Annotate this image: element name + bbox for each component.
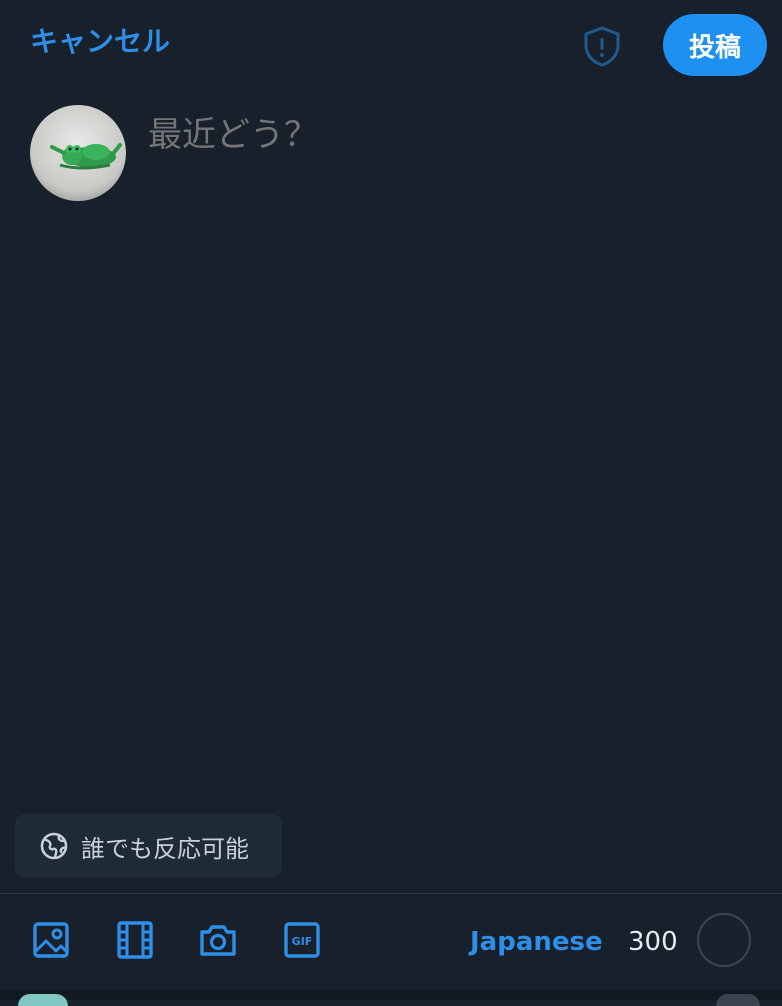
frog-avatar-image [30,105,126,201]
partial-avatar [18,994,68,1006]
partial-button [716,994,760,1006]
svg-text:GIF: GIF [292,935,313,948]
toolbar-divider [0,893,782,894]
post-button[interactable]: 投稿 [663,14,767,76]
shield-alert-icon[interactable] [580,24,624,68]
image-icon[interactable] [31,920,71,960]
compose-input[interactable] [148,110,748,160]
character-count: 300 [628,927,678,957]
character-progress-ring [697,913,751,967]
top-bar: キャンセル 投稿 [0,0,782,90]
cancel-button[interactable]: キャンセル [30,22,170,62]
language-selector[interactable]: Japanese [470,922,603,962]
reply-setting-label: 誰でも反応可能 [81,834,249,863]
camera-icon[interactable] [198,920,238,960]
bottom-strip [0,990,782,1000]
gif-icon[interactable]: GIF [282,920,322,960]
reply-setting-button[interactable]: 誰でも反応可能 [15,814,282,878]
video-icon[interactable] [115,920,155,960]
globe-icon [40,832,68,860]
avatar[interactable] [30,105,126,201]
